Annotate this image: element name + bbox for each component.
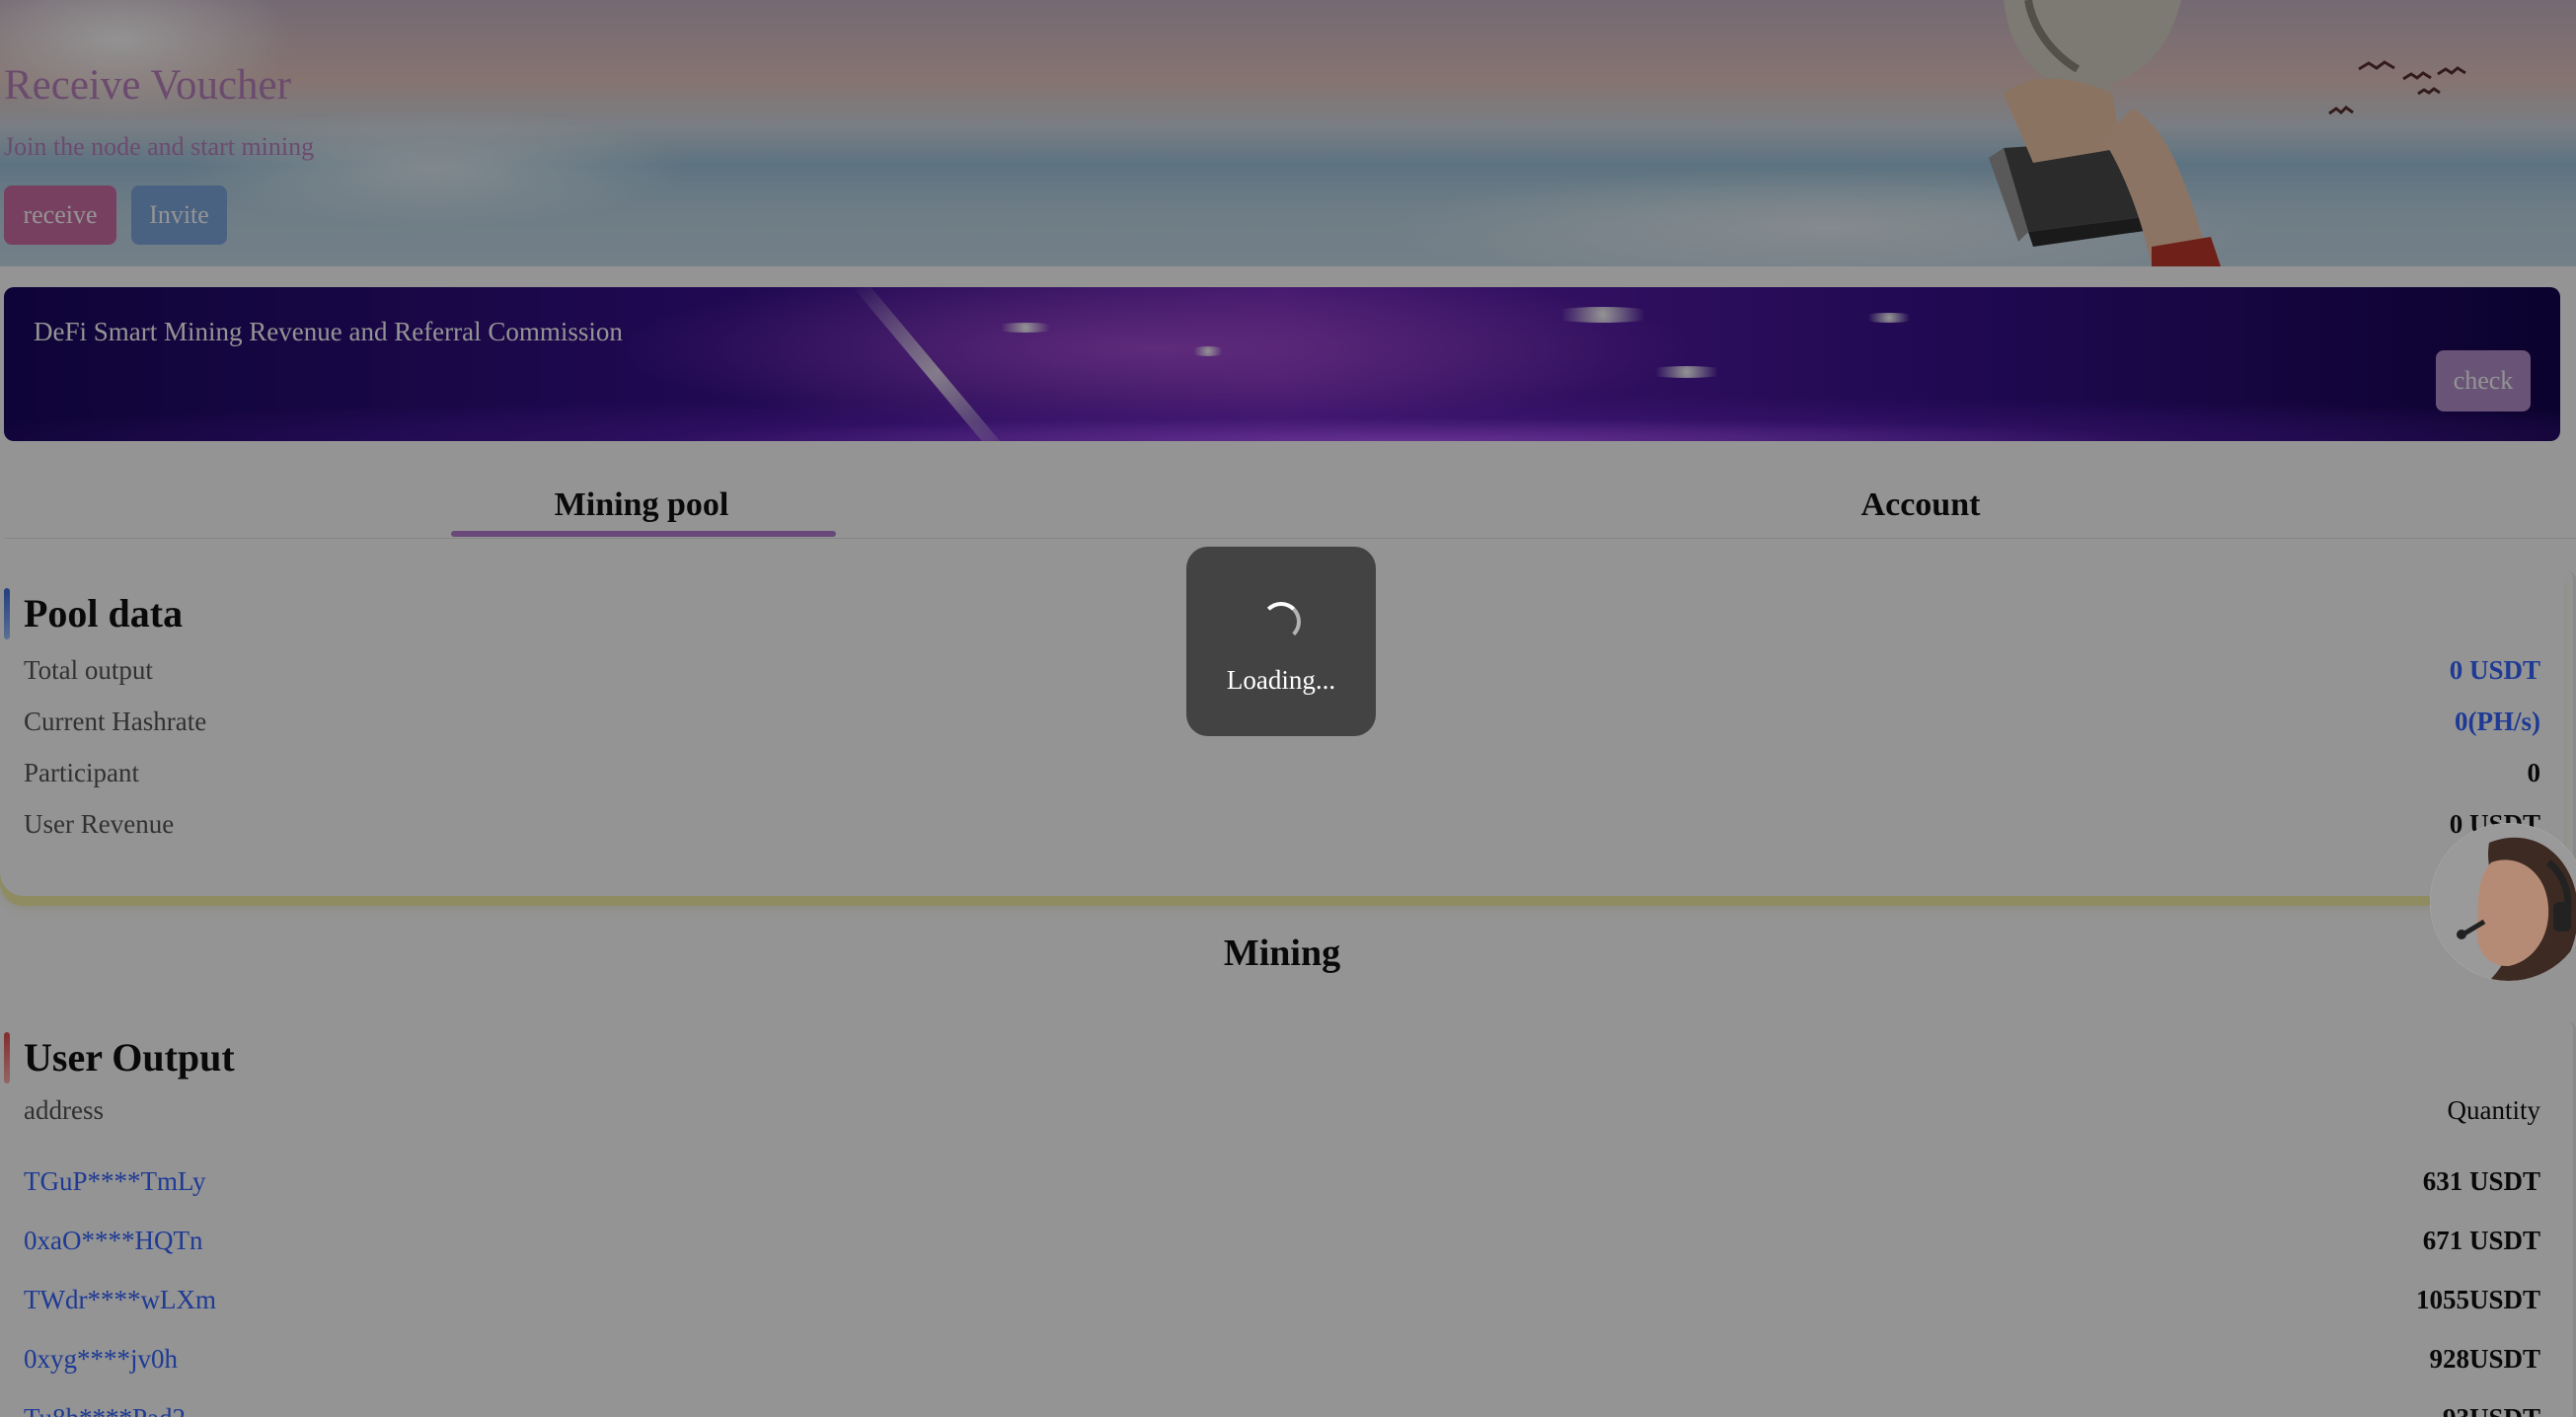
loading-toast: Loading... [1186,547,1376,736]
support-agent-icon [2430,823,2576,981]
page: Receive Voucher Join the node and start … [0,0,2576,1417]
loading-spinner-icon [1261,602,1301,641]
customer-support-button[interactable] [2430,823,2576,981]
loading-text: Loading... [1226,665,1336,695]
